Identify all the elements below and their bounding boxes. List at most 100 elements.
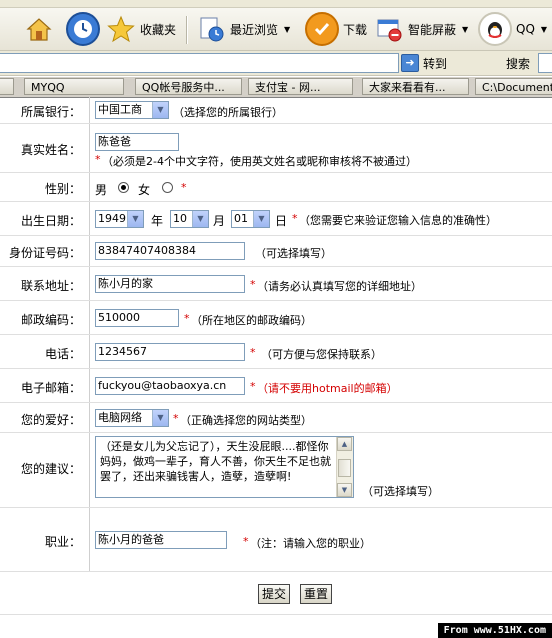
suggestion-note: （可选择填写） [362,485,439,498]
download-button[interactable]: 下载 [305,12,367,46]
bank-select[interactable]: 中国工商 ▼ [95,101,169,119]
postcode-note: （所在地区的邮政编码） [191,314,312,327]
suggestion-textarea[interactable]: （还是女儿为父忘记了），天生没屁眼....都怪你妈妈，做鸡一辈子，育人不善，你天… [95,436,354,498]
birth-month-value: 10 [173,212,187,225]
birth-year-select[interactable]: 1949 ▼ [95,210,144,228]
tab-myqq[interactable]: MYQQ [24,78,124,95]
hobby-select[interactable]: 电脑网络 ▼ [95,409,169,427]
form-row-phone: 电话： 1234567 * （可方便与您保持联系） [0,335,552,369]
required-star: * [250,346,256,359]
recent-button[interactable]: 最近浏览 ▼ [196,12,290,46]
id-note: （可选择填写） [255,247,332,260]
recent-pages-icon [196,14,226,44]
chevron-down-icon[interactable]: ▼ [462,25,468,34]
realname-note: （必须是2-4个中文字符，使用英文姓名或昵称审核将不被通过） [102,155,417,168]
favorites-label: 收藏夹 [140,22,177,37]
scroll-up-icon[interactable]: ▲ [337,437,352,451]
chevron-down-icon: ▼ [152,102,168,118]
star-icon [106,14,136,44]
job-label: 职业： [44,535,81,549]
form-row-postcode: 邮政编码： 510000 * （所在地区的邮政编码） [0,301,552,335]
gender-female-label: 女 [138,183,151,197]
required-star: * [181,181,187,194]
tab-local-file[interactable]: C:\Documents... [475,78,552,95]
suggestion-text: （还是女儿为父忘记了），天生没屁眼....都怪你妈妈，做鸡一辈子，育人不善，你天… [100,440,331,483]
email-input[interactable]: fuckyou@taobaoxya.cn [95,377,245,395]
reset-button[interactable]: 重置 [300,584,333,604]
required-star: * [250,380,256,393]
block-popup-icon [374,14,404,44]
search-label: 搜索 [506,57,531,71]
chevron-down-icon[interactable]: ▼ [284,25,290,34]
home-icon [24,14,54,44]
tab-forum[interactable]: 大家来看看有... [362,78,469,95]
tab-scroll-left[interactable] [0,78,14,95]
download-label: 下载 [343,22,368,37]
form-row-email: 电子邮箱： fuckyou@taobaoxya.cn * （请不要用hotmai… [0,369,552,403]
birth-month-select[interactable]: 10 ▼ [170,210,209,228]
search-input[interactable] [538,53,552,73]
address-label: 联系地址： [20,279,81,293]
tab-qq-service[interactable]: QQ帐号服务中... [135,78,242,95]
gender-female-radio[interactable] [162,182,173,193]
go-button[interactable]: 转到 [423,55,447,72]
registration-form: 所属银行： 中国工商 ▼ （选择您的所属银行） 真实姓名： 陈爸爸 * （必须是… [0,97,552,638]
form-row-address: 联系地址： 陈小月的家 * （请务必认真填写您的详细地址） [0,267,552,301]
form-row-bank: 所属银行： 中国工商 ▼ （选择您的所属银行） [0,97,552,124]
required-star: * [292,212,298,225]
scroll-down-icon[interactable]: ▼ [337,483,352,497]
id-number-input[interactable]: 83847407408384 [95,242,245,260]
qq-button[interactable]: QQ ▼ [478,12,547,46]
required-star: * [243,535,249,548]
submit-button[interactable]: 提交 [258,584,291,604]
required-star: * [184,312,190,325]
history-button[interactable] [66,12,100,46]
watermark: From www.51HX.com [437,623,552,638]
hobby-label: 您的爱好： [20,413,81,427]
bank-selected-value: 中国工商 [98,103,142,116]
address-note: （请务必认真填写您的详细地址） [257,280,422,293]
address-input[interactable]: 陈小月的家 [95,275,245,293]
year-unit: 年 [151,214,164,228]
phone-input[interactable]: 1234567 [95,343,245,361]
birth-day-value: 01 [234,212,248,225]
phone-note: （可方便与您保持联系） [261,348,382,361]
phone-label: 电话： [44,347,81,361]
chevron-down-icon: ▼ [253,211,269,227]
required-star: * [173,412,179,425]
birth-day-select[interactable]: 01 ▼ [231,210,270,228]
postcode-input[interactable]: 510000 [95,309,179,327]
chevron-down-icon: ▼ [127,211,143,227]
postcode-label: 邮政编码： [20,313,81,327]
scroll-thumb[interactable] [338,459,351,477]
job-input[interactable]: 陈小月的爸爸 [95,531,227,549]
realname-input[interactable]: 陈爸爸 [95,133,179,151]
qq-label: QQ [516,22,535,36]
address-bar: ➜ 转到 搜索 [0,51,552,76]
smart-block-button[interactable]: 智能屏蔽 ▼ [374,12,468,46]
clock-icon [66,12,100,46]
day-unit: 日 [275,214,288,228]
required-star: * [250,278,256,291]
job-note: （注：请输入您的职业） [250,537,371,550]
id-label: 身份证号码： [8,246,81,260]
browser-toolbar: 收藏夹 最近浏览 ▼ 下载 智能屏蔽 ▼ QQ ▼ [0,8,552,51]
toolbar-separator [186,16,188,44]
gender-male-label: 男 [95,183,108,197]
menu-bar [0,0,552,8]
gender-male-radio[interactable] [118,182,129,193]
tab-alipay[interactable]: 支付宝 - 网... [248,78,353,95]
home-button[interactable] [24,12,54,46]
realname-label: 真实姓名： [20,143,81,157]
email-label: 电子邮箱： [20,381,81,395]
chevron-down-icon: ▼ [192,211,208,227]
favorites-button[interactable]: 收藏夹 [106,12,176,46]
month-unit: 月 [213,214,226,228]
tab-bar: MYQQ QQ帐号服务中... 支付宝 - 网... 大家来看看有... C:\… [0,77,552,98]
gender-label: 性别： [44,182,81,196]
go-arrow-icon[interactable]: ➜ [401,54,419,72]
address-input[interactable] [0,53,399,73]
chevron-down-icon[interactable]: ▼ [541,25,547,34]
textarea-scrollbar[interactable]: ▲ ▼ [336,437,353,497]
form-row-hobby: 您的爱好： 电脑网络 ▼ * （正确选择您的网站类型） [0,403,552,433]
